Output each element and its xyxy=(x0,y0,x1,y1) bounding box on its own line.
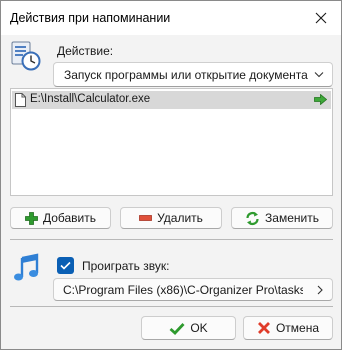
divider xyxy=(10,306,333,307)
list-item[interactable]: E:\Install\Calculator.exe xyxy=(12,91,331,109)
sound-file-picker[interactable]: C:\Program Files (x86)\C-Organizer Pro\t… xyxy=(53,278,333,301)
list-item-path: E:\Install\Calculator.exe xyxy=(30,93,151,105)
window-title: Действия при напоминании xyxy=(10,11,171,25)
green-arrow-icon[interactable] xyxy=(314,94,327,105)
schedule-icon xyxy=(11,41,41,71)
ok-button[interactable]: OK xyxy=(141,316,236,340)
ok-button-label: OK xyxy=(190,321,208,335)
title-bar: Действия при напоминании xyxy=(1,1,341,35)
replace-button-label: Заменить xyxy=(265,211,319,225)
delete-button-label: Удалить xyxy=(157,211,203,225)
action-select[interactable]: Запуск программы или открытие документа xyxy=(53,62,333,87)
chevron-down-icon xyxy=(314,72,324,78)
close-button[interactable] xyxy=(301,1,341,35)
chevron-right-icon xyxy=(317,285,323,295)
plus-icon xyxy=(25,211,38,225)
music-note-icon xyxy=(14,253,39,281)
add-button-label: Добавить xyxy=(42,211,97,225)
add-button[interactable]: Добавить xyxy=(10,207,111,229)
close-icon xyxy=(315,12,327,24)
minus-icon xyxy=(139,215,152,221)
delete-button[interactable]: Удалить xyxy=(120,207,222,229)
file-icon xyxy=(15,93,26,107)
cancel-button-label: Отмена xyxy=(275,321,320,335)
replace-button[interactable]: Заменить xyxy=(231,207,333,229)
checkmark-icon xyxy=(169,322,185,335)
play-sound-checkbox[interactable] xyxy=(57,257,74,274)
checkmark-icon xyxy=(60,261,71,270)
dialog-window: Действия при напоминании Действие: Запус… xyxy=(0,0,342,350)
action-select-value: Запуск программы или открытие документа xyxy=(64,68,308,82)
divider xyxy=(10,239,333,240)
action-label: Действие: xyxy=(57,44,114,58)
program-list[interactable]: E:\Install\Calculator.exe xyxy=(10,88,333,196)
cancel-button[interactable]: Отмена xyxy=(243,316,333,340)
refresh-icon xyxy=(246,211,259,225)
cross-icon xyxy=(257,322,270,334)
sound-file-path: C:\Program Files (x86)\C-Organizer Pro\t… xyxy=(63,283,303,297)
play-sound-label[interactable]: Проиграть звук: xyxy=(82,259,169,273)
